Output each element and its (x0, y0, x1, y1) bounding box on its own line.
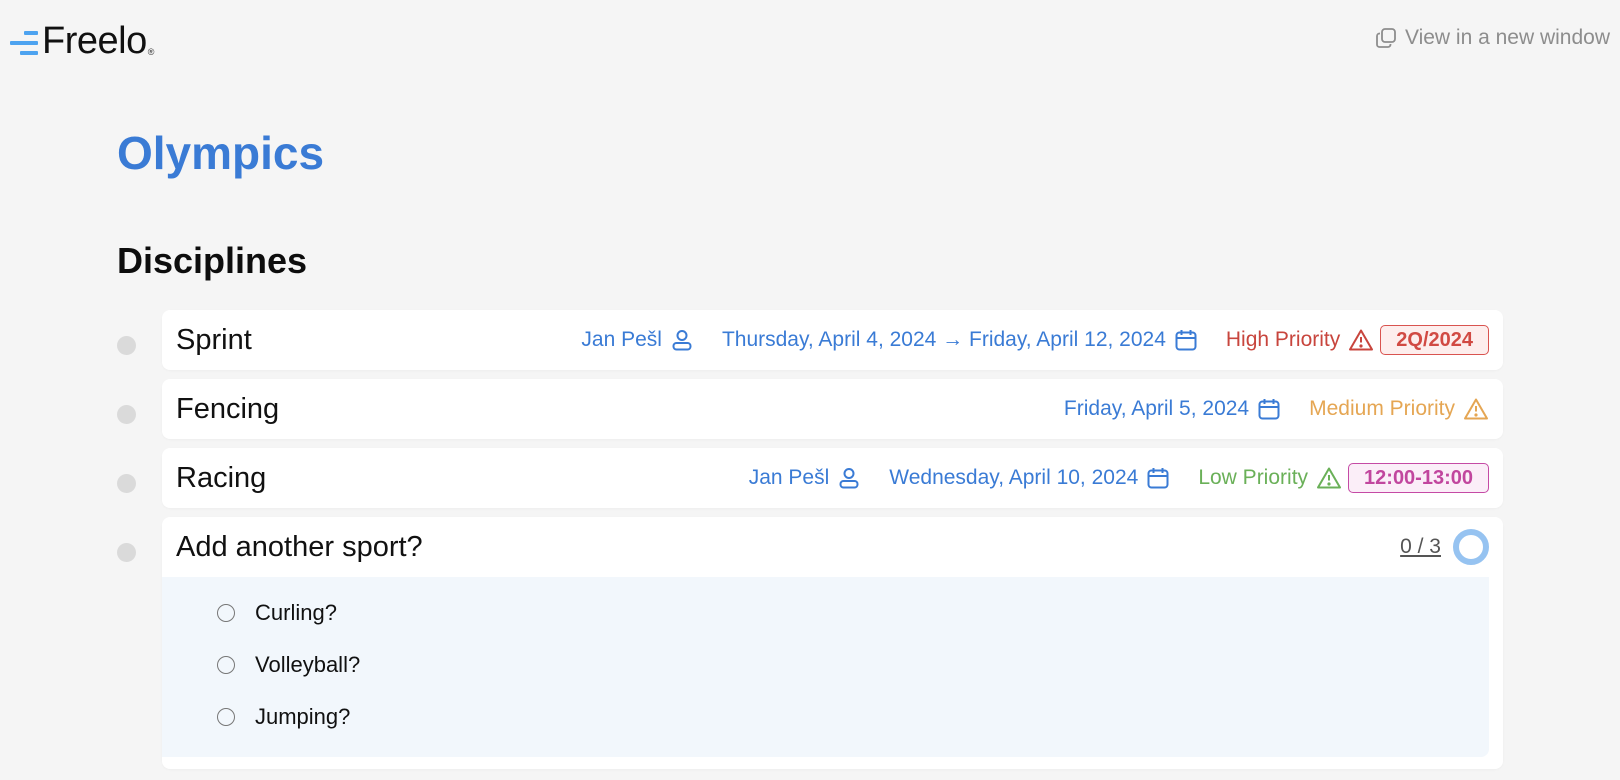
copy-window-icon (1376, 28, 1396, 48)
subtask-list: Curling? Volleyball? Jumping? (162, 577, 1489, 757)
due-date-text: Friday, April 5, 2024 (1063, 397, 1250, 420)
subtask-checkbox[interactable] (217, 656, 235, 674)
task-title[interactable]: Racing (176, 462, 721, 495)
logo-text: Freelo (42, 20, 147, 62)
subtask-label: Jumping? (255, 704, 351, 729)
subtask-progress[interactable]: 0 / 3 (1400, 529, 1489, 565)
task-card[interactable]: Racing Jan Pešl Wednesday, April 10, 202… (162, 448, 1503, 508)
task-row: Fencing Friday, April 5, 2024 Medium Pri… (117, 379, 1503, 439)
task-list: Sprint Jan Pešl Thursday, April 4, 2024 … (117, 310, 1503, 778)
task-title[interactable]: Sprint (176, 324, 553, 357)
task-drag-handle[interactable] (117, 336, 136, 355)
task-drag-handle[interactable] (117, 474, 136, 493)
subtask-checkbox[interactable] (217, 604, 235, 622)
subtask-label: Volleyball? (255, 652, 361, 677)
assignee-name: Jan Pešl (581, 328, 662, 351)
warning-icon (1349, 329, 1374, 351)
priority-label: High Priority (1225, 328, 1341, 351)
task-card[interactable]: Add another sport? 0 / 3 Curling? Volley… (162, 517, 1503, 769)
task-assignee[interactable]: Jan Pešl (749, 466, 862, 490)
task-card[interactable]: Sprint Jan Pešl Thursday, April 4, 2024 … (162, 310, 1503, 370)
logo-registered-mark: ® (147, 47, 155, 57)
task-title[interactable]: Fencing (176, 393, 1036, 426)
priority-label: Medium Priority (1309, 397, 1455, 420)
calendar-icon (1258, 399, 1280, 420)
task-row: Racing Jan Pešl Wednesday, April 10, 202… (117, 448, 1503, 508)
freelo-logo[interactable]: Freelo ® (10, 22, 154, 60)
task-priority[interactable]: Medium Priority (1309, 397, 1489, 421)
calendar-icon (1175, 330, 1197, 351)
view-in-new-window-label: View in a new window (1404, 26, 1610, 49)
view-in-new-window-link[interactable]: View in a new window (1375, 26, 1610, 50)
task-tag[interactable]: 12:00-13:00 (1348, 463, 1489, 493)
progress-ring-icon (1453, 529, 1489, 565)
page-title: Olympics (117, 127, 325, 179)
subtask-item[interactable]: Curling? (162, 587, 1489, 639)
assignee-name: Jan Pešl (748, 466, 830, 489)
task-drag-handle[interactable] (117, 405, 136, 424)
subtask-checkbox[interactable] (217, 708, 235, 726)
user-icon (672, 330, 692, 351)
task-title[interactable]: Add another sport? (176, 531, 1400, 564)
task-priority[interactable]: Low Priority (1198, 466, 1342, 490)
task-row: Add another sport? 0 / 3 Curling? Volley… (117, 517, 1503, 769)
due-date-text: Wednesday, April 10, 2024 (889, 466, 1139, 489)
section-title: Disciplines (117, 240, 308, 281)
subtask-item[interactable]: Volleyball? (162, 639, 1489, 691)
warning-icon (1317, 467, 1342, 489)
task-row: Sprint Jan Pešl Thursday, April 4, 2024 … (117, 310, 1503, 370)
task-due-date[interactable]: Friday, April 5, 2024 (1064, 397, 1281, 421)
task-drag-handle[interactable] (117, 543, 136, 562)
task-tag[interactable]: 2Q/2024 (1380, 325, 1489, 355)
subtask-progress-count[interactable]: 0 / 3 (1400, 535, 1441, 559)
task-assignee[interactable]: Jan Pešl (581, 328, 694, 352)
task-due-date[interactable]: Wednesday, April 10, 2024 (889, 466, 1170, 490)
priority-label: Low Priority (1198, 466, 1309, 489)
task-card[interactable]: Fencing Friday, April 5, 2024 Medium Pri… (162, 379, 1503, 439)
task-priority[interactable]: High Priority (1226, 328, 1374, 352)
top-bar: Freelo ® View in a new window (0, 0, 1620, 80)
logo-mark-icon (10, 27, 40, 55)
user-icon (839, 468, 859, 489)
warning-icon (1464, 398, 1488, 420)
calendar-icon (1147, 468, 1169, 489)
due-date-text: Thursday, April 4, 2024 → Friday, April … (721, 328, 1166, 351)
subtask-label: Curling? (255, 600, 337, 625)
subtask-item[interactable]: Jumping? (162, 691, 1489, 743)
task-due-date[interactable]: Thursday, April 4, 2024 → Friday, April … (722, 328, 1198, 352)
